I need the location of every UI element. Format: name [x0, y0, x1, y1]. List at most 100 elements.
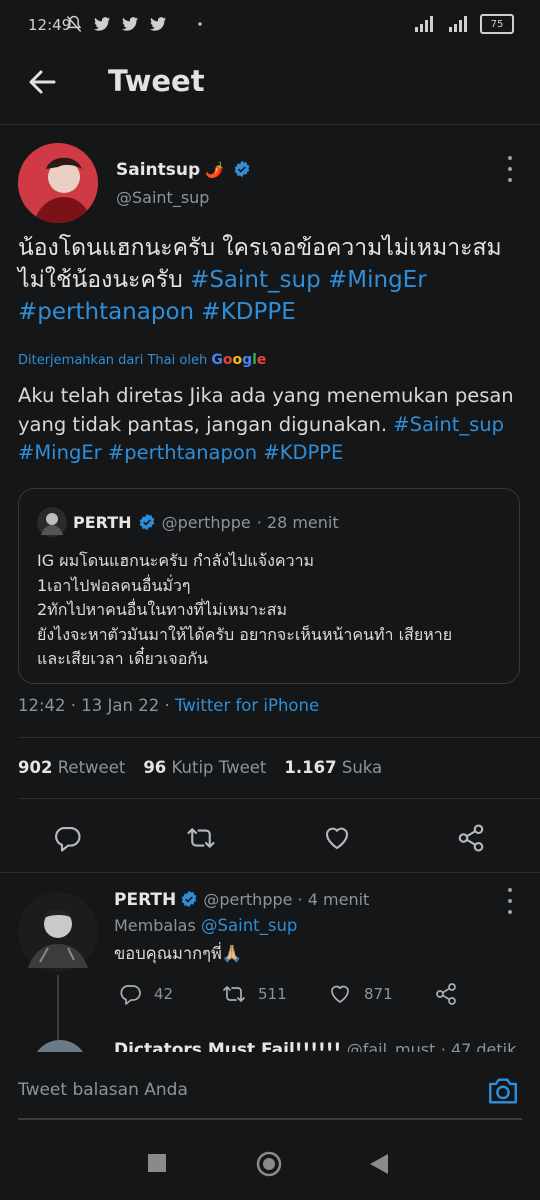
author-avatar[interactable] [18, 143, 98, 223]
quoted-tweet-text: IG ผมโดนแฮกนะครับ กำลังไปแจ้งความ 1เอาไป… [37, 551, 453, 668]
reply-author-handle: @perthppe [203, 890, 293, 909]
header-divider [0, 124, 540, 125]
reply-input[interactable]: Tweet balasan Anda [18, 1080, 188, 1100]
hashtag-link[interactable]: #perthtanapon [18, 299, 194, 325]
reply-retweet-count: 511 [258, 985, 287, 1003]
page-title: Tweet [108, 64, 205, 98]
next-reply-avatar [32, 1040, 88, 1052]
signal-icon [415, 16, 433, 32]
replying-to: Membalas @Saint_sup [114, 916, 514, 935]
reply-reply-button[interactable]: 42 [118, 982, 173, 1006]
twitter-notification-icon [93, 17, 111, 31]
retweets-count: 902 [18, 758, 53, 777]
back-icon[interactable] [370, 1154, 388, 1174]
reply-icon[interactable] [52, 823, 82, 853]
tweet-stats: 902 Retweet 96 Kutip Tweet 1.167 Suka [18, 758, 382, 777]
system-nav-bar [0, 1132, 540, 1200]
like-icon [331, 985, 349, 1003]
next-reply-header: Dictators Must Fail!!!!!! @fail_must · 4… [114, 1040, 516, 1052]
quoted-author-handle: @perthppe [161, 512, 251, 532]
reply-actions: 42 511 871 [114, 982, 456, 1012]
home-icon[interactable] [256, 1151, 282, 1177]
reply-like-button[interactable]: 871 [328, 982, 393, 1006]
verified-icon [234, 160, 250, 178]
reply-author-avatar[interactable] [18, 892, 98, 972]
reply-like-count: 871 [364, 985, 393, 1003]
translated-by[interactable]: Diterjemahkan dari Thai oleh Google [18, 352, 266, 368]
quotes-stat[interactable]: 96 Kutip Tweet [143, 758, 266, 777]
likes-count: 1.167 [284, 758, 337, 777]
translation-text: Aku telah diretas Jika ada yang menemuka… [18, 382, 523, 468]
tweet-source-link[interactable]: Twitter for iPhone [175, 696, 319, 715]
tweet-timestamp: 12:42 · 13 Jan 22 · [18, 696, 175, 715]
stats-divider [18, 798, 540, 799]
reply-time: · 4 menit [297, 890, 370, 909]
camera-icon[interactable] [486, 1074, 520, 1108]
verified-icon [139, 513, 154, 531]
reply-text: ขอบคุณมากๆพี่🙏🏼 [114, 944, 243, 963]
hashtag-link[interactable]: #perthtanapon [108, 441, 257, 464]
quoted-tweet-header: PERTH @perthppe · 28 menit [37, 507, 339, 537]
next-reply-handle: @fail_must [346, 1040, 436, 1052]
quotes-label: Kutip Tweet [171, 758, 267, 777]
replying-label: Membalas [114, 916, 196, 935]
battery-icon: 75 [480, 14, 514, 34]
more-notifications-icon [198, 22, 202, 26]
likes-stat[interactable]: 1.167 Suka [284, 758, 382, 777]
replying-to-link[interactable]: @Saint_sup [201, 916, 297, 935]
reply-retweet-button[interactable]: 511 [222, 982, 287, 1006]
google-logo: Google [211, 352, 267, 368]
status-bar: 12:49 75 [0, 0, 540, 50]
actions-divider [0, 872, 540, 873]
tweet-more-icon[interactable] [500, 156, 520, 182]
reply-author-name: PERTH [114, 890, 177, 910]
hashtag-link[interactable]: #KDPPE [201, 299, 295, 325]
retweet-icon [223, 986, 245, 1002]
signal-4g-icon [449, 16, 467, 32]
notifications-off-icon [66, 15, 82, 32]
reply-more-icon[interactable] [500, 888, 520, 914]
avatar-portrait [18, 143, 98, 223]
reply-header: PERTH @perthppe · 4 menit [114, 890, 514, 910]
share-icon[interactable] [456, 823, 486, 853]
author-name[interactable]: Saintsup [116, 160, 200, 180]
tweet-text: น้องโดนแฮกนะครับ ใครเจอข้อความไม่เหมาะสม… [18, 232, 523, 328]
tweet-meta: 12:42 · 13 Jan 22 · Twitter for iPhone [18, 696, 319, 715]
author-handle[interactable]: @Saint_sup [116, 188, 209, 207]
retweets-label: Retweet [57, 758, 126, 777]
twitter-notification-icon [149, 17, 167, 31]
hashtag-link[interactable]: #Saint_sup [190, 267, 321, 293]
retweets-stat[interactable]: 902 Retweet [18, 758, 125, 777]
thread-line [57, 975, 59, 1041]
author-emoji: 🌶️ [205, 161, 224, 179]
quoted-tweet[interactable]: PERTH @perthppe · 28 menit IG ผมโดนแฮกนะ… [18, 488, 520, 684]
share-icon [436, 983, 456, 1005]
quoted-time: · 28 menit [256, 512, 339, 532]
retweet-icon[interactable] [186, 823, 216, 853]
quotes-count: 96 [143, 758, 167, 777]
hashtag-link[interactable]: #MingEr [18, 441, 102, 464]
back-arrow-icon[interactable] [26, 66, 58, 98]
reply-reply-count: 42 [154, 985, 174, 1003]
twitter-notification-icon [121, 17, 139, 31]
verified-icon [181, 890, 197, 908]
hashtag-link[interactable]: #MingEr [328, 267, 427, 293]
tweet-actions [0, 815, 540, 861]
reply-tweet[interactable]: PERTH @perthppe · 4 menit Membalas @Sain… [114, 890, 514, 967]
next-reply-peek[interactable]: Dictators Must Fail!!!!!! @fail_must · 4… [18, 1040, 540, 1052]
quoted-author-name: PERTH [73, 512, 132, 532]
reply-icon [120, 985, 141, 1005]
next-reply-name: Dictators Must Fail!!!!!! [114, 1040, 342, 1052]
compose-underline [18, 1118, 522, 1120]
hashtag-link[interactable]: #Saint_sup [393, 413, 504, 436]
likes-label: Suka [341, 758, 383, 777]
recents-icon[interactable] [148, 1154, 166, 1172]
reply-share-button[interactable] [434, 982, 458, 1006]
like-icon[interactable] [322, 823, 352, 853]
author-line: Saintsup 🌶️ [116, 160, 251, 180]
quoted-avatar [37, 507, 67, 537]
translated-label: Diterjemahkan dari Thai oleh [18, 353, 208, 368]
next-reply-time: · 47 detik [440, 1040, 517, 1052]
hashtag-link[interactable]: #KDPPE [263, 441, 343, 464]
meta-divider [18, 737, 540, 738]
